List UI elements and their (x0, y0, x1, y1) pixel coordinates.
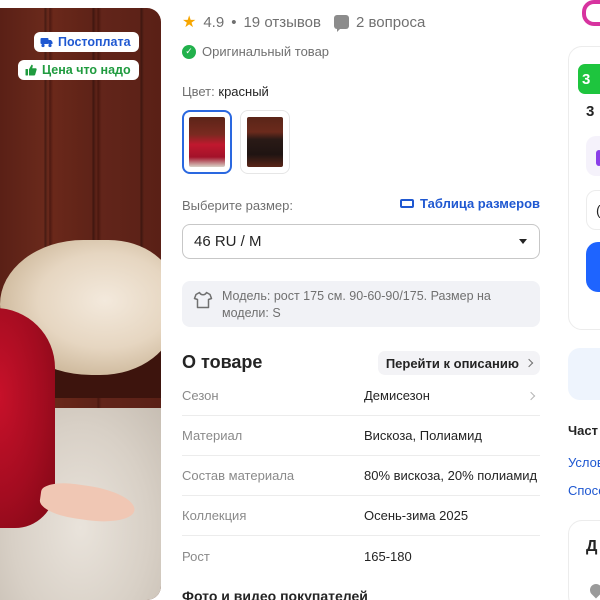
color-swatch-dark[interactable] (240, 110, 290, 174)
chevron-right-icon (526, 391, 536, 400)
go-to-description-button[interactable]: Перейти к описанию (377, 351, 540, 375)
ruler-icon (400, 199, 415, 208)
spec-key: Материал (182, 428, 243, 443)
specs-table: Сезон Демисезон Материал Вискоза, Полиам… (182, 376, 540, 576)
size-label: Выберите размер: (182, 198, 293, 213)
size-select-value: 46 RU / M (194, 233, 262, 250)
color-label-key: Цвет: (182, 84, 215, 99)
size-table-label: Таблица размеров (420, 196, 540, 211)
model-note-text: Модель: рост 175 см. 90-60-90/175. Разме… (222, 289, 491, 320)
caret-down-icon (519, 239, 527, 244)
model-note: Модель: рост 175 см. 90-60-90/175. Разме… (182, 281, 540, 327)
spec-value: 165-180 (364, 548, 412, 564)
spec-row[interactable]: Сезон Демисезон (182, 376, 540, 416)
spec-row: Коллекция Осень-зима 2025 (182, 496, 540, 536)
chat-bubble-icon (333, 15, 349, 32)
faq-heading: Част (568, 423, 598, 438)
check-circle-icon: ✓ (182, 44, 196, 59)
spec-row: Состав материала 80% вискоза, 20% полиам… (182, 456, 540, 496)
rating-value: 4.9 (203, 13, 225, 31)
tshirt-icon (193, 291, 213, 309)
chevron-right-icon (524, 358, 534, 368)
size-select[interactable]: 46 RU / M (182, 224, 540, 259)
go-to-description-label: Перейти к описанию (385, 355, 519, 371)
wallet-option[interactable] (586, 136, 600, 176)
swatch-red-thumbnail (189, 117, 225, 167)
info-box (568, 348, 600, 400)
spec-key: Рост (182, 548, 210, 564)
delivery-card-letter: Д (586, 538, 598, 555)
rating-row[interactable]: ★ 4.9 • 19 отзывов 2 вопроса (182, 12, 425, 32)
price-chip: 3 (578, 64, 600, 94)
product-photo[interactable]: Постоплата Цена что надо (0, 8, 161, 600)
spec-value: 80% вискоза, 20% полиамид (364, 468, 538, 483)
original-product-row: ✓ Оригинальный товар (182, 44, 329, 59)
add-to-cart-button[interactable] (586, 242, 600, 292)
color-label: Цвет: красный (182, 84, 269, 99)
truck-icon (40, 36, 53, 49)
spec-key: Состав материала (182, 468, 295, 483)
methods-link[interactable]: Спосо (568, 483, 600, 498)
fair-price-badge[interactable]: Цена что надо (18, 60, 139, 80)
size-table-link[interactable]: Таблица размеров (400, 196, 540, 211)
price-text: 3 (586, 103, 595, 120)
conditions-link[interactable]: Услов (568, 455, 600, 470)
color-swatch-red[interactable] (182, 110, 232, 174)
reviews-count[interactable]: 19 отзывов (243, 14, 321, 31)
questions-count[interactable]: 2 вопроса (356, 14, 425, 31)
thumbs-up-icon (24, 64, 37, 77)
spec-row: Рост 165-180 (182, 536, 540, 576)
postpay-badge[interactable]: Постоплата (34, 32, 139, 52)
spec-key: Сезон (182, 388, 219, 403)
spec-value: Осень-зима 2025 (364, 508, 469, 523)
color-value: красный (218, 84, 269, 99)
spec-row: Материал Вискоза, Полиамид (182, 416, 540, 456)
swatch-dark-thumbnail (247, 117, 283, 167)
fair-price-badge-label: Цена что надо (42, 63, 131, 77)
installment-option[interactable]: ( (586, 190, 600, 230)
buy-sidebar: 3 3 ( Част Услов Спосо Д (560, 0, 600, 600)
postpay-badge-label: Постоплата (58, 35, 131, 49)
customer-photos-title: Фото и видео покупателей (182, 588, 368, 600)
star-icon: ★ (182, 14, 197, 31)
spec-key: Коллекция (182, 508, 247, 523)
rating-separator: • (231, 13, 237, 31)
spec-value: Демисезон (364, 388, 430, 403)
original-product-label: Оригинальный товар (202, 44, 330, 59)
spec-value: Вискоза, Полиамид (364, 428, 482, 443)
about-product-title: О товаре (182, 352, 263, 372)
brand-logo-icon[interactable] (582, 0, 600, 26)
